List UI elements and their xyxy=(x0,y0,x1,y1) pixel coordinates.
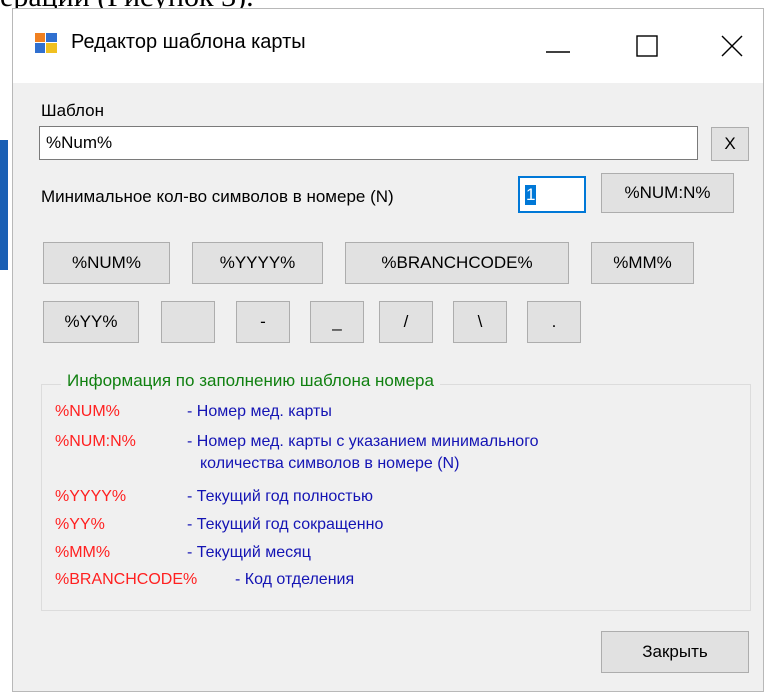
info-desc: - Текущий год полностью xyxy=(187,488,373,505)
min-symbols-label: Минимальное кол-во символов в номере (N) xyxy=(41,187,394,206)
close-button[interactable] xyxy=(703,21,761,71)
close-icon xyxy=(721,35,743,57)
info-row-branchcode: %BRANCHCODE% - Код отделения xyxy=(13,571,713,593)
info-row-num-n: %NUM:N% - Номер мед. карты с указанием м… xyxy=(13,433,733,477)
info-code: %BRANCHCODE% xyxy=(55,571,198,588)
min-symbols-value: 1 xyxy=(525,184,537,205)
min-symbols-input[interactable]: 1 xyxy=(518,176,586,213)
window-title: Редактор шаблона карты xyxy=(71,31,306,53)
insert-yy-button[interactable]: %YY% xyxy=(43,301,139,343)
info-desc: - Текущий месяц xyxy=(187,544,311,561)
insert-dash-button[interactable]: - xyxy=(236,301,290,343)
app-icon xyxy=(35,33,57,53)
template-input[interactable]: %Num% xyxy=(39,126,698,160)
info-code: %YYYY% xyxy=(55,488,127,505)
info-code: %MM% xyxy=(55,544,111,561)
insert-mm-button[interactable]: %MM% xyxy=(591,242,694,284)
insert-backslash-button[interactable]: \ xyxy=(453,301,507,343)
insert-yyyy-button[interactable]: %YYYY% xyxy=(192,242,323,284)
clear-template-button[interactable]: X xyxy=(711,127,749,161)
info-desc: - Номер мед. карты с указанием минимальн… xyxy=(187,433,539,450)
insert-slash-button[interactable]: / xyxy=(379,301,433,343)
info-row-yy: %YY% - Текущий год сокращенно xyxy=(13,516,713,538)
info-row-mm: %MM% - Текущий месяц xyxy=(13,544,713,566)
info-desc-continued: количества символов в номере (N) xyxy=(200,455,460,472)
info-code: %NUM:N% xyxy=(55,433,136,450)
insert-space-button[interactable] xyxy=(161,301,215,343)
minimize-button[interactable] xyxy=(529,21,587,71)
title-bar[interactable]: Редактор шаблона карты xyxy=(13,9,763,83)
info-desc: - Текущий год сокращенно xyxy=(187,516,384,533)
info-desc: - Код отделения xyxy=(235,571,355,588)
minimize-icon xyxy=(546,51,570,53)
info-desc: - Номер мед. карты xyxy=(187,403,332,420)
background-window-edge xyxy=(0,140,8,270)
maximize-button[interactable] xyxy=(618,21,676,71)
insert-branchcode-button[interactable]: %BRANCHCODE% xyxy=(345,242,569,284)
insert-num-button[interactable]: %NUM% xyxy=(43,242,170,284)
maximize-icon xyxy=(636,35,658,57)
insert-underscore-button[interactable]: _ xyxy=(310,301,364,343)
insert-num-n-button[interactable]: %NUM:N% xyxy=(601,173,734,213)
info-code: %NUM% xyxy=(55,403,120,420)
template-editor-window: Редактор шаблона карты Шаблон %Num% X Ми… xyxy=(12,8,764,692)
close-dialog-button[interactable]: Закрыть xyxy=(601,631,749,673)
info-code: %YY% xyxy=(55,516,105,533)
info-row-yyyy: %YYYY% - Текущий год полностью xyxy=(13,488,713,510)
info-groupbox-title: Информация по заполнению шаблона номера xyxy=(61,371,440,391)
insert-dot-button[interactable]: . xyxy=(527,301,581,343)
info-row-num: %NUM% - Номер мед. карты xyxy=(13,403,713,425)
template-label: Шаблон xyxy=(41,101,104,120)
